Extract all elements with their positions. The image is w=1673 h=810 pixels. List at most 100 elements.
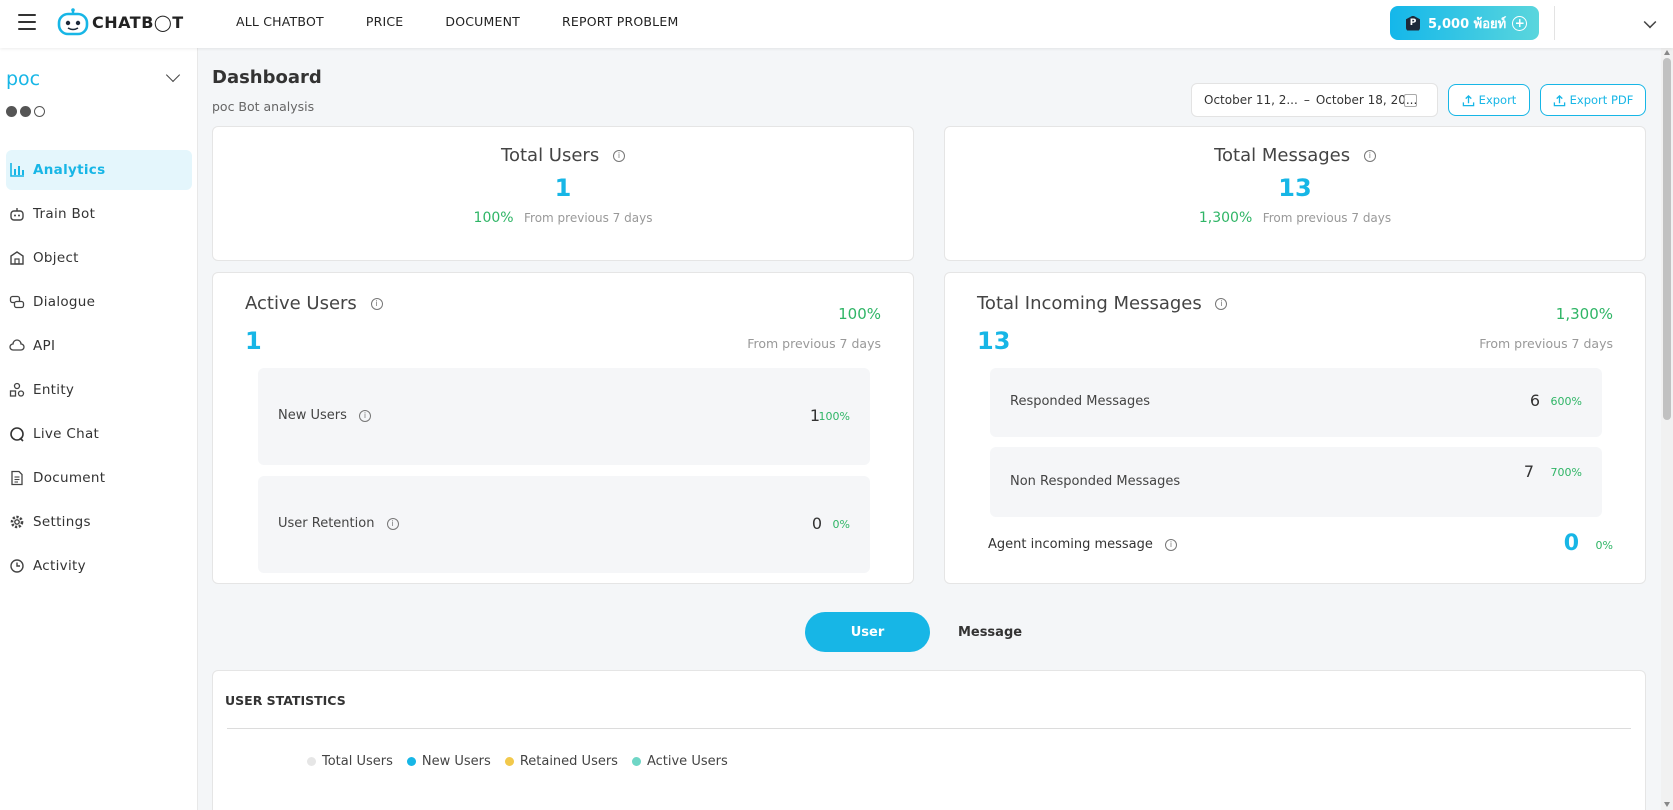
sidebar-item-label: Document — [33, 470, 106, 486]
upload-icon — [1553, 94, 1565, 106]
total-users-title: Total Users — [501, 145, 600, 166]
scroll-down-arrow-icon[interactable] — [1664, 802, 1670, 807]
info-icon[interactable]: i — [1215, 298, 1228, 310]
incoming-messages-card: Total Incoming Messages i 13 1,300% From… — [944, 272, 1646, 584]
legend-label: Active Users — [646, 754, 728, 769]
nav-all-chatbot[interactable]: ALL CHATBOT — [236, 14, 324, 29]
user-retention-label: User Retention i — [278, 516, 399, 531]
non-responded-messages-panel: Non Responded Messages 7 700% — [990, 447, 1602, 517]
legend-dot — [406, 757, 416, 766]
document-icon — [11, 470, 23, 486]
info-icon[interactable]: i — [1363, 150, 1376, 162]
active-users-value: 1 — [245, 327, 262, 355]
legend-new-users[interactable]: New Users — [406, 754, 491, 769]
sidebar-item-document[interactable]: Document — [6, 458, 192, 498]
sidebar-item-analytics[interactable]: Analytics — [6, 150, 192, 190]
total-users-note: From previous 7 days — [524, 211, 653, 225]
tab-user[interactable]: User — [805, 612, 930, 652]
sidebar-item-settings[interactable]: Settings — [6, 502, 192, 542]
total-messages-heading: Total Messages i — [945, 145, 1645, 166]
export-pdf-button[interactable]: Export PDF — [1540, 84, 1646, 116]
non-responded-value: 7 — [1523, 462, 1534, 481]
total-users-value: 1 — [554, 174, 572, 202]
agent-incoming-label-text: Agent incoming message — [988, 537, 1153, 552]
non-responded-pct: 700% — [1550, 466, 1582, 479]
active-users-title: Active Users — [245, 293, 357, 314]
legend-label: New Users — [421, 754, 491, 769]
info-icon[interactable]: i — [370, 298, 383, 310]
scrollbar-thumb[interactable] — [1663, 58, 1671, 420]
date-range-picker[interactable]: October 11, 2... – October 18, 20... — [1191, 83, 1438, 117]
nav-document[interactable]: DOCUMENT — [445, 14, 520, 29]
sidebar-item-label: Settings — [33, 514, 91, 530]
scroll-up-arrow-icon[interactable] — [1664, 50, 1670, 55]
top-header: CHATB◯T ALL CHATBOT PRICE DOCUMENT REPOR… — [0, 0, 1673, 48]
legend-active-users[interactable]: Active Users — [631, 754, 728, 769]
agent-incoming-label: Agent incoming message i — [988, 537, 1178, 552]
sidebar-item-object[interactable]: Object — [6, 238, 192, 278]
incoming-heading: Total Incoming Messages i — [977, 293, 1228, 314]
nav-price[interactable]: PRICE — [366, 14, 404, 29]
calendar-icon — [1404, 94, 1417, 107]
messenger-icon — [6, 106, 17, 117]
page-title: Dashboard — [212, 67, 322, 88]
incoming-title: Total Incoming Messages — [977, 293, 1202, 314]
account-chevron-down-icon[interactable] — [1643, 15, 1657, 29]
top-navigation: ALL CHATBOT PRICE DOCUMENT REPORT PROBLE… — [236, 14, 720, 29]
total-users-pct: 100% — [473, 210, 514, 226]
incoming-pct: 1,300% — [1555, 305, 1613, 323]
sidebar-item-dialogue[interactable]: Dialogue — [6, 282, 192, 322]
store-icon — [10, 251, 24, 265]
bot-selector-name[interactable]: poc — [6, 68, 40, 90]
sidebar-item-label: Object — [33, 250, 79, 266]
incoming-note: From previous 7 days — [1479, 336, 1613, 351]
sidebar: poc Analytics Train Bot Object Dialogue … — [0, 48, 198, 810]
robot-icon — [10, 208, 24, 221]
tab-message[interactable]: Message — [940, 612, 1040, 652]
legend-dot — [307, 757, 316, 766]
active-users-heading: Active Users i — [245, 293, 383, 314]
page-subtitle: poc Bot analysis — [212, 99, 315, 114]
bot-selector-chevron-down-icon[interactable] — [165, 67, 181, 83]
points-balance-button[interactable]: P 5,000 พ้อยท์ + — [1390, 6, 1539, 40]
user-statistics-title: USER STATISTICS — [225, 693, 346, 708]
total-messages-note: From previous 7 days — [1262, 211, 1392, 225]
date-separator: – — [1303, 93, 1310, 107]
sidebar-item-entity[interactable]: Entity — [6, 370, 192, 410]
export-button[interactable]: Export — [1448, 84, 1530, 116]
page-scrollbar[interactable] — [1661, 48, 1673, 810]
info-icon[interactable]: i — [612, 150, 625, 162]
legend-total-users[interactable]: Total Users — [307, 754, 393, 769]
total-users-heading: Total Users i — [213, 145, 913, 166]
bar-chart-icon — [10, 163, 24, 177]
add-points-icon[interactable]: + — [1512, 15, 1528, 31]
export-label: Export — [1478, 93, 1517, 107]
info-icon[interactable]: i — [386, 517, 399, 530]
info-icon[interactable]: i — [359, 409, 372, 422]
user-retention-value: 0 — [811, 514, 822, 533]
sidebar-item-activity[interactable]: Activity — [6, 546, 192, 586]
points-icon: P — [1406, 15, 1420, 31]
sidebar-item-label: API — [33, 338, 56, 354]
total-users-card: Total Users i 1 100% From previous 7 day… — [212, 126, 914, 261]
info-icon[interactable]: i — [1165, 538, 1178, 551]
upload-icon — [1462, 94, 1474, 106]
new-users-label-text: New Users — [278, 408, 347, 423]
legend-retained-users[interactable]: Retained Users — [504, 754, 618, 769]
sidebar-item-live-chat[interactable]: Live Chat — [6, 414, 192, 454]
line-icon — [20, 106, 31, 117]
sidebar-item-api[interactable]: API — [6, 326, 192, 366]
sidebar-item-train-bot[interactable]: Train Bot — [6, 194, 192, 234]
sidebar-item-label: Dialogue — [33, 294, 96, 310]
total-messages-value: 13 — [1278, 174, 1312, 202]
new-users-panel: New Users i 1 100% — [258, 368, 870, 465]
chatbot-logo[interactable]: CHATB◯T — [56, 8, 184, 36]
sidebar-item-label: Entity — [33, 382, 75, 398]
header-divider — [1554, 6, 1555, 40]
chart-legend: Total Users New Users Retained Users Act… — [307, 754, 742, 769]
nav-report-problem[interactable]: REPORT PROBLEM — [562, 14, 678, 29]
hamburger-menu-icon[interactable] — [18, 14, 36, 30]
sidebar-item-label: Analytics — [33, 162, 106, 178]
cloud-icon — [9, 339, 25, 351]
total-messages-pct: 1,300% — [1198, 210, 1253, 226]
